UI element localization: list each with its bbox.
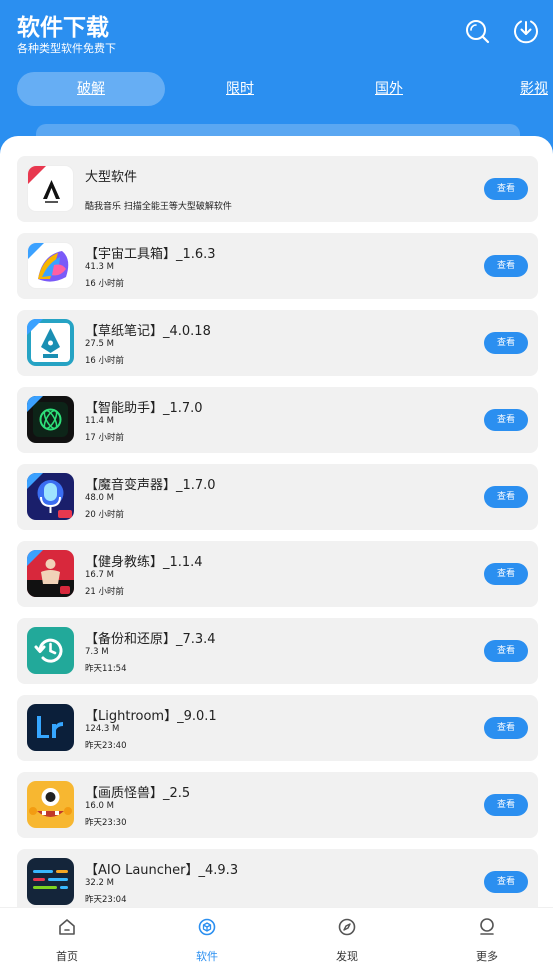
list-item[interactable]: 【AIO Launcher】_4.9.3 32.2 M 昨天23:04 查看 bbox=[17, 849, 538, 915]
nav-software[interactable]: 软件 bbox=[167, 908, 247, 967]
download-icon[interactable] bbox=[513, 18, 539, 44]
bottom-nav: 首页 软件 发现 更多 bbox=[0, 907, 553, 967]
list-item[interactable]: 【草纸笔记】_4.0.18 27.5 M 16 小时前 查看 bbox=[17, 310, 538, 376]
app-name: 大型软件 bbox=[85, 170, 138, 185]
app-size: 41.3 M bbox=[85, 262, 114, 272]
view-button[interactable]: 查看 bbox=[484, 640, 528, 662]
nav-label: 更多 bbox=[476, 950, 498, 963]
app-time: 17 小时前 bbox=[85, 433, 125, 443]
list-item[interactable]: 【备份和还原】_7.3.4 7.3 M 昨天11:54 查看 bbox=[17, 618, 538, 684]
nav-label: 发现 bbox=[336, 950, 358, 963]
app-name: 【智能助手】_1.7.0 bbox=[85, 401, 203, 416]
app-name: 【宇宙工具箱】_1.6.3 bbox=[85, 247, 216, 262]
nav-more[interactable]: 更多 bbox=[447, 908, 527, 967]
list-item[interactable]: 【魔音变声器】_1.7.0 48.0 M 20 小时前 查看 bbox=[17, 464, 538, 530]
launcher-icon bbox=[27, 858, 74, 905]
restore-icon bbox=[27, 627, 74, 674]
view-button[interactable]: 查看 bbox=[484, 871, 528, 893]
more-user-icon bbox=[480, 918, 494, 935]
app-size: 16.0 M bbox=[85, 801, 114, 811]
view-button[interactable]: 查看 bbox=[484, 255, 528, 277]
ai-assistant-icon bbox=[27, 396, 74, 443]
app-time: 16 小时前 bbox=[85, 279, 125, 289]
monster-icon bbox=[27, 781, 74, 828]
list-item[interactable]: 大型软件 酷我音乐 扫描全能王等大型破解软件 查看 bbox=[17, 156, 538, 222]
view-button[interactable]: 查看 bbox=[484, 563, 528, 585]
app-size: 48.0 M bbox=[85, 493, 114, 503]
nav-label: 首页 bbox=[56, 950, 78, 963]
home-icon bbox=[59, 919, 75, 935]
app-size: 32.2 M bbox=[85, 878, 114, 888]
page-subtitle: 各种类型软件免费下 bbox=[17, 42, 116, 55]
microphone-icon bbox=[27, 473, 74, 520]
view-button[interactable]: 查看 bbox=[484, 794, 528, 816]
view-button[interactable]: 查看 bbox=[484, 178, 528, 200]
app-description: 酷我音乐 扫描全能王等大型破解软件 bbox=[85, 202, 232, 212]
view-button[interactable]: 查看 bbox=[484, 717, 528, 739]
app-size: 16.7 M bbox=[85, 570, 114, 580]
app-size: 124.3 M bbox=[85, 724, 120, 734]
toolbox-icon bbox=[27, 242, 74, 289]
app-time: 16 小时前 bbox=[85, 356, 125, 366]
list-item[interactable]: 【宇宙工具箱】_1.6.3 41.3 M 16 小时前 查看 bbox=[17, 233, 538, 299]
a-logo-icon bbox=[27, 165, 74, 212]
list-item[interactable]: 【Lightroom】_9.0.1 124.3 M 昨天23:40 查看 bbox=[17, 695, 538, 761]
app-time: 昨天23:40 bbox=[85, 741, 127, 751]
app-size: 27.5 M bbox=[85, 339, 114, 349]
view-button[interactable]: 查看 bbox=[484, 486, 528, 508]
main-content: 大型软件 酷我音乐 扫描全能王等大型破解软件 查看 【宇宙工具箱】_1.6.3 … bbox=[0, 136, 553, 967]
nav-label: 软件 bbox=[196, 950, 218, 963]
app-time: 20 小时前 bbox=[85, 510, 125, 520]
app-name: 【草纸笔记】_4.0.18 bbox=[85, 324, 211, 339]
tab-video[interactable]: 影视 bbox=[520, 72, 553, 106]
compass-icon bbox=[338, 918, 356, 936]
app-time: 昨天23:04 bbox=[85, 895, 127, 905]
view-button[interactable]: 查看 bbox=[484, 409, 528, 431]
app-name: 【AIO Launcher】_4.9.3 bbox=[85, 863, 239, 878]
app-name: 【健身教练】_1.1.4 bbox=[85, 555, 203, 570]
view-button[interactable]: 查看 bbox=[484, 332, 528, 354]
app-header: 软件下载 各种类型软件免费下 破解 限时 国外 影视 bbox=[0, 0, 553, 154]
list-item[interactable]: 【健身教练】_1.1.4 16.7 M 21 小时前 查看 bbox=[17, 541, 538, 607]
search-icon[interactable] bbox=[464, 18, 490, 44]
nav-discover[interactable]: 发现 bbox=[307, 908, 387, 967]
app-time: 21 小时前 bbox=[85, 587, 125, 597]
fitness-icon bbox=[27, 550, 74, 597]
app-name: 【画质怪兽】_2.5 bbox=[85, 786, 191, 801]
app-name: 【魔音变声器】_1.7.0 bbox=[85, 478, 216, 493]
list-item[interactable]: 【智能助手】_1.7.0 11.4 M 17 小时前 查看 bbox=[17, 387, 538, 453]
page-title: 软件下载 bbox=[17, 15, 109, 41]
lightroom-icon bbox=[27, 704, 74, 751]
app-time: 昨天23:30 bbox=[85, 818, 127, 828]
app-size: 7.3 M bbox=[85, 647, 109, 657]
category-tabs: 破解 限时 国外 影视 bbox=[0, 72, 553, 108]
tab-foreign[interactable]: 国外 bbox=[354, 72, 424, 106]
app-time: 昨天11:54 bbox=[85, 664, 127, 674]
app-name: 【备份和还原】_7.3.4 bbox=[85, 632, 216, 647]
nav-home[interactable]: 首页 bbox=[27, 908, 107, 967]
app-name: 【Lightroom】_9.0.1 bbox=[85, 709, 217, 724]
pen-nib-icon bbox=[27, 319, 74, 366]
software-box-icon bbox=[198, 918, 216, 936]
tab-crack[interactable]: 破解 bbox=[17, 72, 165, 106]
list-item[interactable]: 【画质怪兽】_2.5 16.0 M 昨天23:30 查看 bbox=[17, 772, 538, 838]
tab-limited[interactable]: 限时 bbox=[205, 72, 275, 106]
app-size: 11.4 M bbox=[85, 416, 114, 426]
